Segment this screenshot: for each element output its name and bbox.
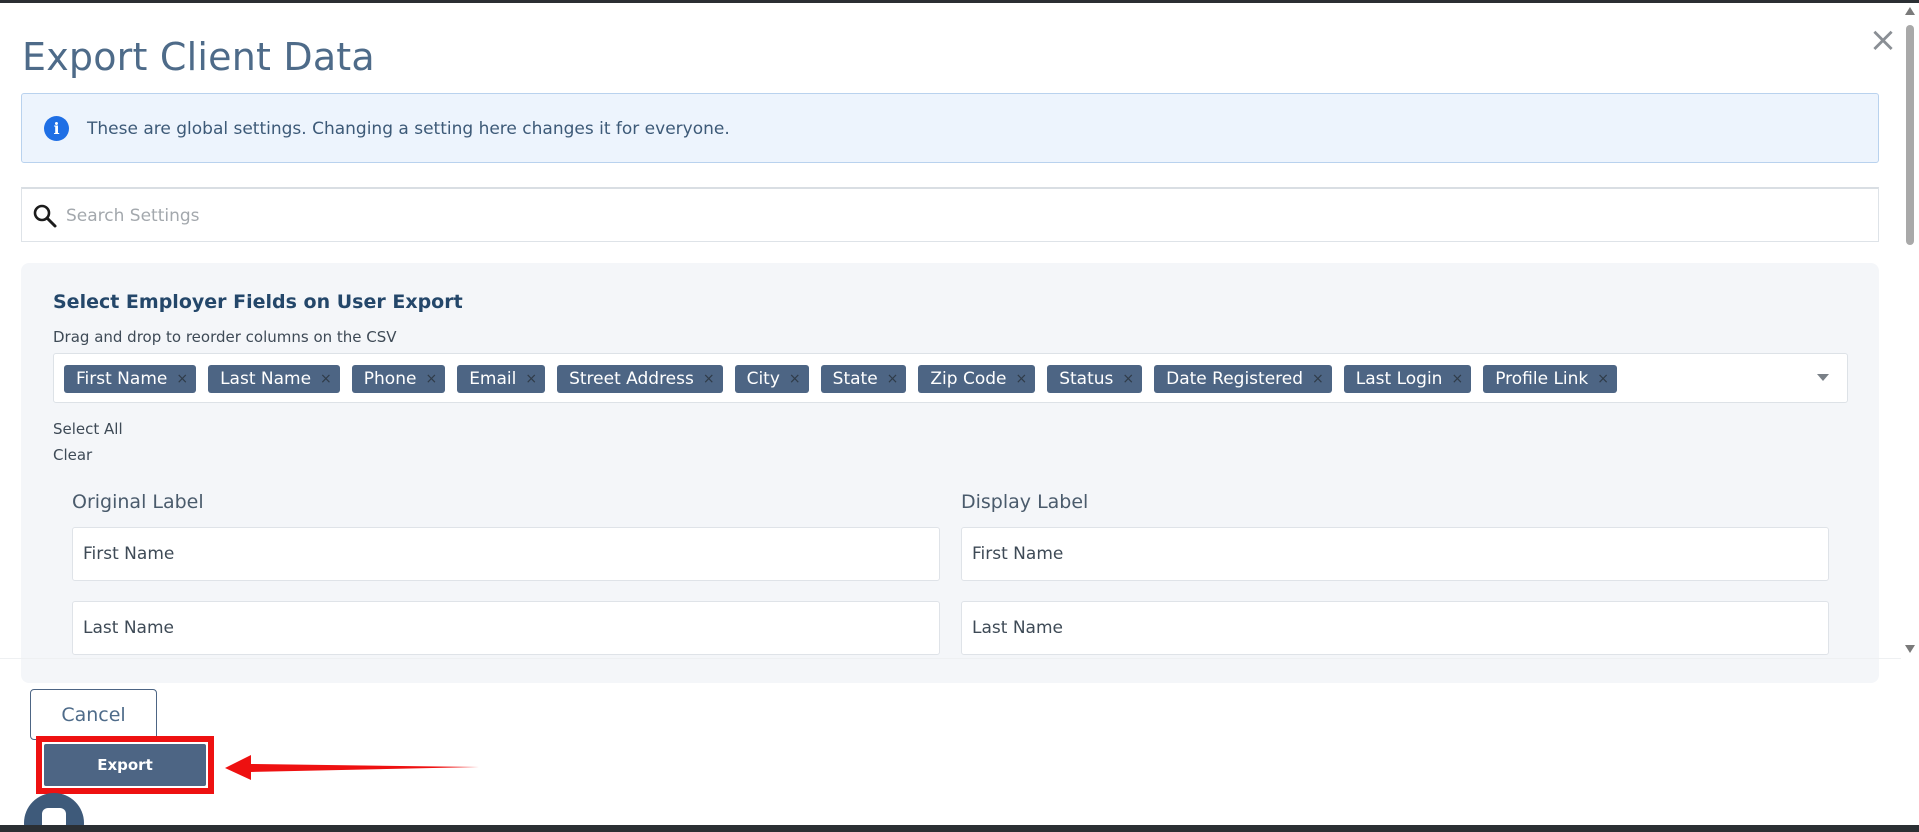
remove-tag-icon[interactable]: × — [525, 371, 537, 387]
remove-tag-icon[interactable]: × — [1312, 371, 1324, 387]
remove-tag-icon[interactable]: × — [1015, 371, 1027, 387]
tag-label: First Name — [76, 369, 168, 389]
vertical-scrollbar[interactable] — [1901, 3, 1919, 658]
modal-title: Export Client Data — [22, 35, 375, 79]
field-tag[interactable]: Email × — [457, 365, 546, 393]
tag-label: Date Registered — [1166, 369, 1304, 389]
search-icon — [33, 204, 57, 228]
info-icon: i — [44, 116, 69, 141]
tag-label: Phone — [363, 369, 417, 389]
chat-icon — [42, 808, 66, 825]
cancel-button[interactable]: Cancel — [30, 689, 157, 740]
field-multiselect[interactable]: First Name × Last Name × Phone × Email × Str… — [53, 353, 1848, 403]
remove-tag-icon[interactable]: × — [320, 371, 332, 387]
original-label-field[interactable] — [72, 601, 940, 655]
remove-tag-icon[interactable]: × — [789, 371, 801, 387]
search-box — [21, 187, 1879, 242]
field-tag[interactable]: Last Name × — [208, 365, 340, 393]
scroll-up-arrow-icon[interactable] — [1905, 7, 1915, 15]
clear-link[interactable]: Clear — [53, 446, 92, 464]
field-tag[interactable]: City × — [734, 365, 809, 393]
display-label-header: Display Label — [961, 491, 1089, 513]
remove-tag-icon[interactable]: × — [425, 371, 437, 387]
original-label-header: Original Label — [72, 491, 204, 513]
info-text: These are global settings. Changing a se… — [87, 119, 730, 139]
remove-tag-icon[interactable]: × — [1122, 371, 1134, 387]
chat-widget-button[interactable] — [24, 793, 84, 825]
tag-label: Email — [469, 369, 517, 389]
field-tag[interactable]: Zip Code × — [918, 365, 1036, 393]
field-tag[interactable]: State × — [820, 365, 907, 393]
export-button[interactable]: Export — [44, 744, 206, 786]
display-label-field[interactable] — [961, 527, 1829, 581]
field-tag[interactable]: First Name × — [64, 365, 197, 393]
field-tag[interactable]: Profile Link × — [1483, 365, 1617, 393]
field-tag[interactable]: Street Address × — [557, 365, 723, 393]
remove-tag-icon[interactable]: × — [887, 371, 899, 387]
export-client-data-modal: Export Client Data × i These are global … — [0, 3, 1919, 825]
display-label-field[interactable] — [961, 601, 1829, 655]
tag-label: Last Login — [1355, 369, 1443, 389]
annotation-arrow-icon — [225, 755, 479, 780]
tag-label: Street Address — [569, 369, 694, 389]
scrollbar-thumb[interactable] — [1906, 25, 1914, 245]
field-tag[interactable]: Date Registered × — [1154, 365, 1332, 393]
employer-fields-panel: Select Employer Fields on User Export Dr… — [21, 263, 1879, 683]
selected-tags: First Name × Last Name × Phone × Email × Str… — [64, 365, 1617, 393]
tag-label: State — [832, 369, 878, 389]
tag-label: Profile Link — [1495, 369, 1589, 389]
chevron-down-icon[interactable] — [1817, 374, 1829, 381]
original-label-field[interactable] — [72, 527, 940, 581]
info-banner: i These are global settings. Changing a … — [21, 93, 1879, 163]
search-input[interactable] — [64, 199, 1858, 233]
tag-label: Last Name — [220, 369, 312, 389]
remove-tag-icon[interactable]: × — [1451, 371, 1463, 387]
remove-tag-icon[interactable]: × — [176, 371, 188, 387]
remove-tag-icon[interactable]: × — [1597, 371, 1609, 387]
panel-subtitle: Drag and drop to reorder columns on the … — [53, 328, 397, 346]
field-tag[interactable]: Last Login × — [1343, 365, 1472, 393]
tag-label: Zip Code — [930, 369, 1007, 389]
tag-label: City — [746, 369, 780, 389]
scroll-down-arrow-icon[interactable] — [1905, 645, 1915, 653]
panel-title: Select Employer Fields on User Export — [53, 291, 463, 313]
remove-tag-icon[interactable]: × — [703, 371, 715, 387]
field-tag[interactable]: Phone × — [351, 365, 446, 393]
field-tag[interactable]: Status × — [1047, 365, 1143, 393]
select-all-link[interactable]: Select All — [53, 420, 123, 438]
close-icon[interactable]: × — [1868, 23, 1898, 57]
tag-label: Status — [1059, 369, 1114, 389]
footer-divider — [0, 658, 1901, 659]
